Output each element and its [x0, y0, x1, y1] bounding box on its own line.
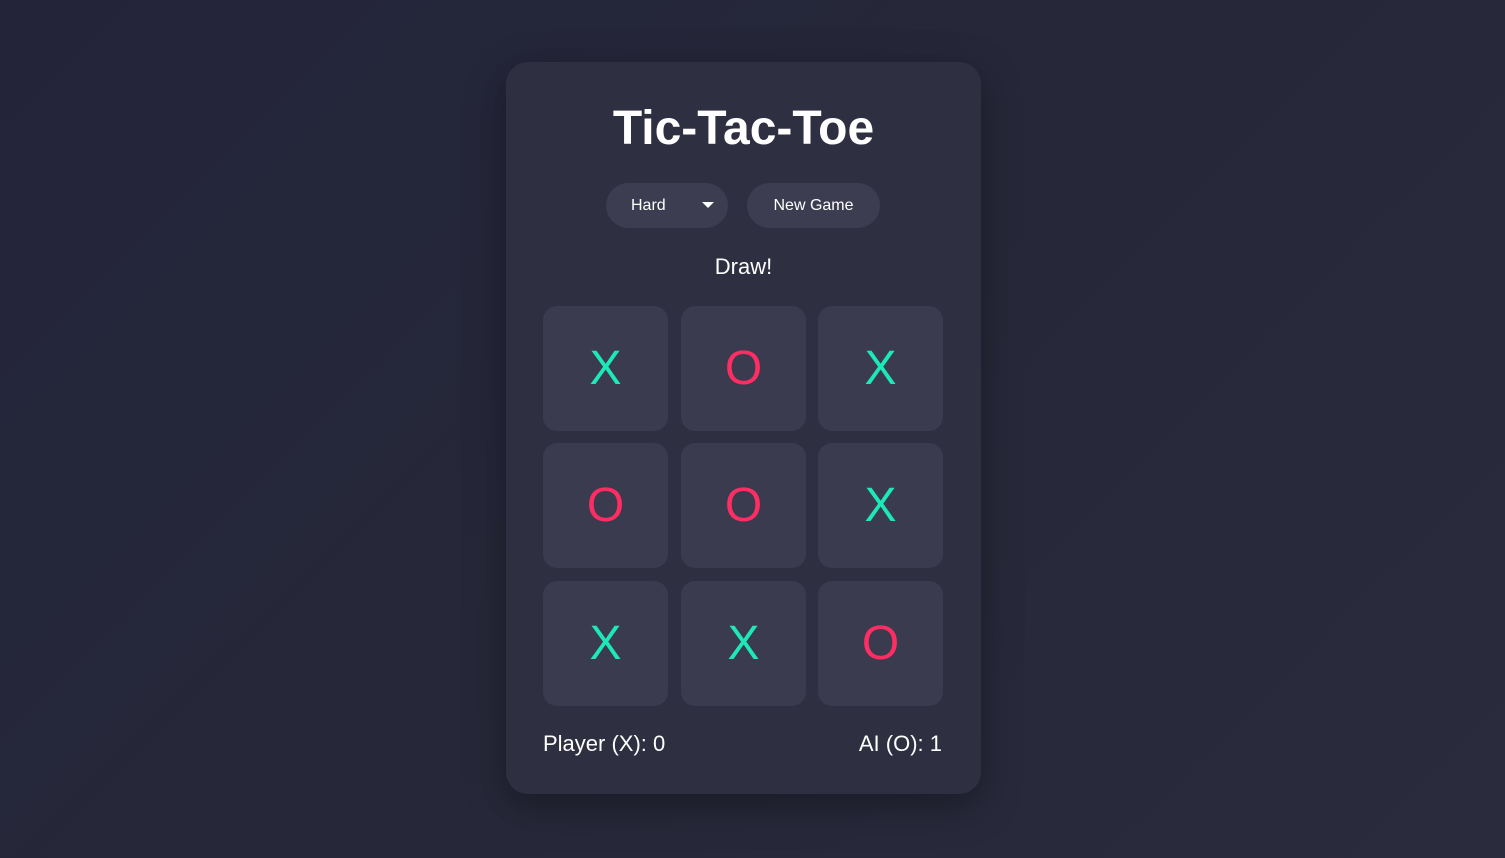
chevron-down-icon: [702, 202, 714, 208]
board-cell-4[interactable]: O: [681, 443, 806, 568]
board-cell-0[interactable]: X: [543, 306, 668, 431]
board-cell-5[interactable]: X: [818, 443, 943, 568]
board-cell-8[interactable]: O: [818, 581, 943, 706]
board-cell-2[interactable]: X: [818, 306, 943, 431]
player-score: Player (X): 0: [543, 731, 666, 756]
difficulty-select[interactable]: Hard: [606, 183, 728, 228]
game-card: Tic-Tac-Toe Hard New Game Draw! X O X O …: [506, 62, 981, 794]
new-game-button[interactable]: New Game: [747, 183, 880, 228]
difficulty-selected-value: Hard: [631, 197, 666, 214]
board-cell-3[interactable]: O: [543, 443, 668, 568]
game-board: X O X O O X X X O: [543, 306, 943, 706]
game-status: Draw!: [714, 254, 773, 279]
controls-bar: Hard New Game: [506, 183, 981, 228]
board-cell-6[interactable]: X: [543, 581, 668, 706]
board-cell-7[interactable]: X: [681, 581, 806, 706]
ai-score: AI (O): 1: [858, 731, 942, 756]
board-cell-1[interactable]: O: [681, 306, 806, 431]
game-title: Tic-Tac-Toe: [612, 102, 875, 155]
